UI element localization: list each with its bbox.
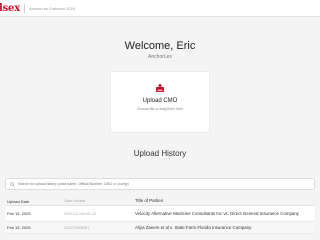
upload-title: Upload CMO [142,98,178,104]
table-row[interactable]: Feb 15, 2025 CACE23005967 Aliya Zaeem et… [5,222,315,234]
parties-cell: Velocity Alternative Medicine Consultant… [135,210,299,216]
case-number-cell: 2024-CA-000-NC-25 [64,211,97,216]
top-bar: lsex AnchorLex Extractor 2024 [0,0,320,17]
table-header: Upload Date Case Number Title of Parties [5,197,315,206]
search-icon [10,181,15,187]
column-header-title-of-parties[interactable]: Title of Parties [135,198,313,204]
header-divider [23,3,25,13]
app-subtitle: AnchorLex Extractor 2024 [28,5,76,11]
upload-icon [156,83,164,92]
parties-cell: Aliya Zaeem et al v. State Farm Florida … [135,224,252,230]
app-logo[interactable]: lsex [0,3,20,14]
upload-hint: Choose file or drag them here [136,107,184,111]
upload-dropzone[interactable]: Upload CMO Choose file or drag them here [110,71,210,133]
welcome-heading: Welcome, Eric [124,40,196,52]
upload-date-cell: Feb 15, 2025 [7,211,31,216]
case-number-cell: CACE23005967 [64,225,90,230]
column-header-case-number[interactable]: Case Number [64,199,135,203]
search-input[interactable] [18,182,308,186]
history-search-bar[interactable] [5,178,315,190]
table-row[interactable]: Feb 15, 2025 2024-CA-000-NC-25 Velocity … [5,206,315,222]
upload-history-title: Upload History [133,149,187,158]
upload-date-cell: Feb 15, 2025 [7,225,31,230]
company-name: AnchorLex [148,54,172,60]
upload-history-table: Upload Date Case Number Title of Parties… [5,197,315,234]
column-header-upload-date[interactable]: Upload Date [5,199,64,204]
